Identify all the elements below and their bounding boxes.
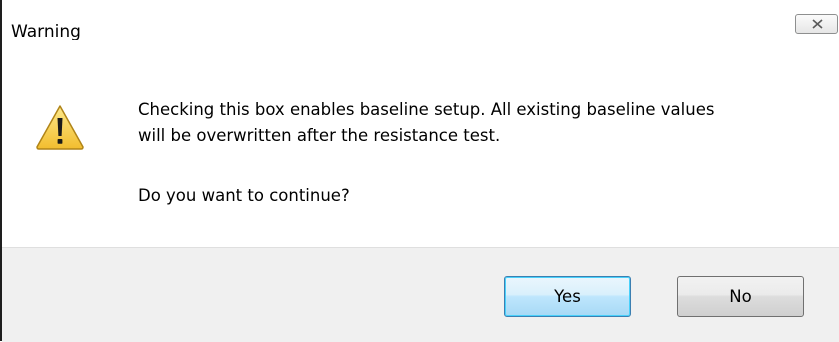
yes-button[interactable]: Yes bbox=[504, 276, 631, 317]
button-bar: Yes No bbox=[2, 247, 839, 342]
message-line-2: will be overwritten after the resistance… bbox=[138, 126, 501, 145]
close-button[interactable] bbox=[795, 14, 838, 34]
close-icon bbox=[812, 19, 823, 29]
no-button[interactable]: No bbox=[677, 276, 804, 317]
confirmation-question: Do you want to continue? bbox=[138, 186, 350, 205]
title-bar[interactable]: Warning bbox=[2, 0, 839, 42]
message-line-1: Checking this box enables baseline setup… bbox=[138, 100, 715, 119]
warning-icon bbox=[36, 105, 84, 150]
warning-dialog: Warning Checking this box enables baseli… bbox=[0, 0, 839, 342]
message-area: Checking this box enables baseline setup… bbox=[2, 40, 839, 247]
